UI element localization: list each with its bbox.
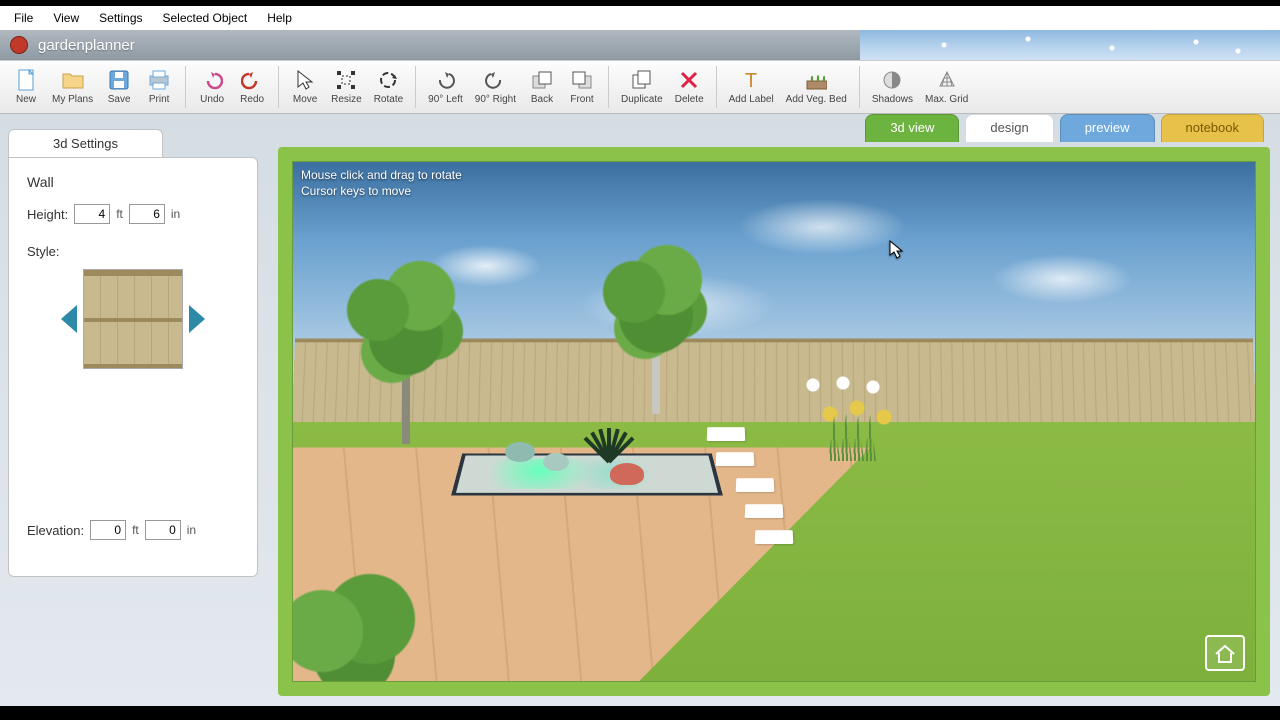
rotate-left-icon bbox=[434, 69, 456, 91]
settings-panel: Wall Height: ft in Style: bbox=[8, 157, 258, 577]
move-button[interactable]: Move bbox=[285, 65, 325, 109]
toolbar: New My Plans Save Print Undo Redo Move R… bbox=[0, 60, 1280, 114]
redo-button[interactable]: Redo bbox=[232, 65, 272, 109]
folder-icon bbox=[62, 69, 84, 91]
shadows-button[interactable]: Shadows bbox=[866, 65, 919, 109]
rotate-left-button[interactable]: 90° Left bbox=[422, 65, 469, 109]
style-swatch[interactable] bbox=[83, 269, 183, 369]
unit-in: in bbox=[171, 207, 180, 221]
viewport-hint: Mouse click and drag to rotateCursor key… bbox=[301, 168, 462, 199]
app-logo-icon bbox=[10, 36, 28, 54]
grid-icon bbox=[936, 69, 958, 91]
rotate-right-button[interactable]: 90° Right bbox=[469, 65, 522, 109]
menu-selected-object[interactable]: Selected Object bbox=[153, 8, 258, 28]
unit-ft: ft bbox=[116, 207, 123, 221]
menubar: File View Settings Selected Object Help bbox=[0, 6, 1280, 30]
text-icon: T bbox=[740, 69, 762, 91]
send-back-icon bbox=[531, 69, 553, 91]
resize-icon bbox=[335, 69, 357, 91]
reset-view-button[interactable] bbox=[1205, 635, 1245, 671]
new-button[interactable]: New bbox=[6, 65, 46, 109]
save-button[interactable]: Save bbox=[99, 65, 139, 109]
bring-front-icon bbox=[571, 69, 593, 91]
rotate-icon bbox=[377, 69, 399, 91]
tab-notebook[interactable]: notebook bbox=[1161, 114, 1265, 142]
tab-preview[interactable]: preview bbox=[1060, 114, 1155, 142]
duplicate-button[interactable]: Duplicate bbox=[615, 65, 669, 109]
prev-style-button[interactable] bbox=[61, 305, 77, 333]
app-title: gardenplanner bbox=[38, 37, 135, 54]
move-cursor-icon bbox=[294, 69, 316, 91]
height-in-input[interactable] bbox=[129, 204, 165, 224]
save-icon bbox=[108, 69, 130, 91]
delete-icon bbox=[678, 69, 700, 91]
header-decoration bbox=[860, 30, 1280, 60]
sidebar-tab-3d-settings[interactable]: 3d Settings bbox=[8, 129, 163, 157]
title-bar: gardenplanner bbox=[0, 30, 1280, 60]
rotate-right-icon bbox=[484, 69, 506, 91]
shadows-icon bbox=[881, 69, 903, 91]
max-grid-button[interactable]: Max. Grid bbox=[919, 65, 974, 109]
elevation-ft-input[interactable] bbox=[90, 520, 126, 540]
my-plans-button[interactable]: My Plans bbox=[46, 65, 99, 109]
veg-bed-icon bbox=[805, 69, 827, 91]
print-icon bbox=[148, 69, 170, 91]
tab-design[interactable]: design bbox=[965, 114, 1053, 142]
elevation-in-input[interactable] bbox=[145, 520, 181, 540]
selected-object-name: Wall bbox=[27, 174, 239, 190]
send-back-button[interactable]: Back bbox=[522, 65, 562, 109]
cursor-icon bbox=[889, 240, 903, 260]
add-veg-bed-button[interactable]: Add Veg. Bed bbox=[780, 65, 853, 109]
height-ft-input[interactable] bbox=[74, 204, 110, 224]
menu-help[interactable]: Help bbox=[257, 8, 302, 28]
redo-icon bbox=[241, 69, 263, 91]
tab-3d-view[interactable]: 3d view bbox=[865, 114, 959, 142]
duplicate-icon bbox=[631, 69, 653, 91]
svg-text:T: T bbox=[745, 70, 757, 90]
print-button[interactable]: Print bbox=[139, 65, 179, 109]
menu-file[interactable]: File bbox=[4, 8, 43, 28]
view-tabs: 3d view design preview notebook bbox=[865, 114, 1264, 142]
rotate-button[interactable]: Rotate bbox=[368, 65, 409, 109]
undo-button[interactable]: Undo bbox=[192, 65, 232, 109]
delete-button[interactable]: Delete bbox=[669, 65, 710, 109]
menu-settings[interactable]: Settings bbox=[89, 8, 152, 28]
undo-icon bbox=[201, 69, 223, 91]
bring-front-button[interactable]: Front bbox=[562, 65, 602, 109]
resize-button[interactable]: Resize bbox=[325, 65, 368, 109]
style-label: Style: bbox=[27, 244, 239, 259]
menu-view[interactable]: View bbox=[43, 8, 89, 28]
new-file-icon bbox=[15, 69, 37, 91]
add-label-button[interactable]: TAdd Label bbox=[723, 65, 780, 109]
elevation-label: Elevation: bbox=[27, 523, 84, 538]
next-style-button[interactable] bbox=[189, 305, 205, 333]
height-label: Height: bbox=[27, 207, 68, 222]
3d-viewport[interactable]: Mouse click and drag to rotateCursor key… bbox=[278, 147, 1270, 696]
